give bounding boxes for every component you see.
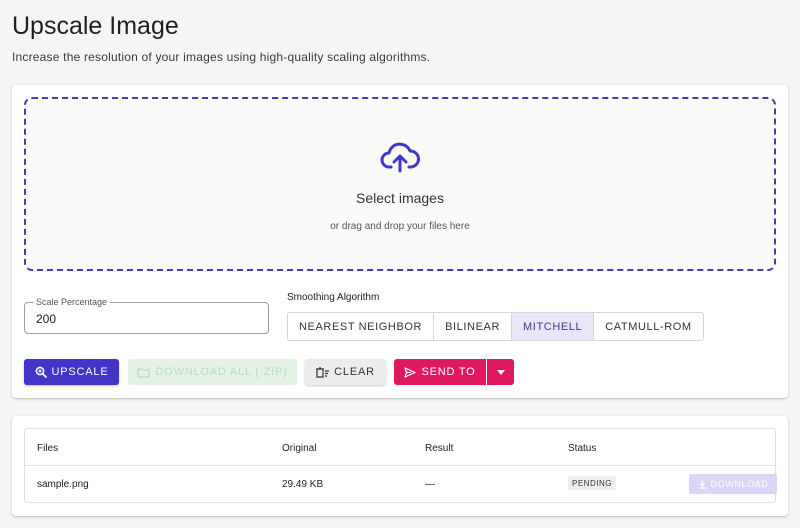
- scale-percentage-input[interactable]: Scale Percentage 200: [24, 297, 269, 334]
- status-badge: PENDING: [568, 476, 616, 490]
- smoothing-option-mitchell[interactable]: MITCHELL: [512, 313, 595, 340]
- clear-all-icon: [316, 366, 330, 378]
- column-header-result: Result: [425, 443, 454, 454]
- send-to-button[interactable]: SEND TO: [394, 359, 486, 385]
- download-all-button[interactable]: DOWNLOAD ALL (.ZIP): [128, 359, 297, 385]
- page-subtitle: Increase the resolution of your images u…: [12, 50, 431, 64]
- files-table: Files Original Result Status sample.png …: [24, 428, 777, 503]
- upscale-label: UPSCALE: [51, 366, 109, 378]
- files-panel: Files Original Result Status sample.png …: [12, 416, 788, 516]
- download-icon: [698, 480, 707, 489]
- folder-download-icon: [137, 367, 151, 378]
- send-to-menu-button[interactable]: [487, 359, 514, 385]
- dropzone-hint: or drag and drop your files here: [330, 221, 470, 232]
- send-icon: [404, 366, 417, 378]
- file-name: sample.png: [37, 479, 89, 490]
- original-size: 29.49 KB: [282, 479, 324, 490]
- download-all-label: DOWNLOAD ALL (.ZIP): [155, 366, 288, 378]
- caret-down-icon: [496, 366, 505, 378]
- row-download-label: DOWNLOAD: [710, 479, 769, 489]
- result-size: —: [425, 479, 435, 490]
- dropzone-title: Select images: [356, 190, 444, 206]
- smoothing-option-bilinear[interactable]: BILINEAR: [434, 313, 513, 340]
- smoothing-option-catmull-rom[interactable]: CATMULL-ROM: [594, 313, 702, 340]
- column-header-files: Files: [37, 443, 59, 454]
- cloud-upload-icon: [380, 142, 420, 173]
- file-dropzone[interactable]: Select images or drag and drop your file…: [24, 97, 776, 271]
- smoothing-option-nearest-neighbor[interactable]: NEAREST NEIGHBOR: [288, 313, 435, 340]
- scale-percentage-value[interactable]: 200: [36, 312, 56, 326]
- clear-label: CLEAR: [334, 366, 375, 378]
- column-header-original: Original: [282, 443, 317, 454]
- row-download-button[interactable]: DOWNLOAD: [689, 474, 777, 494]
- upscale-panel: Select images or drag and drop your file…: [12, 85, 788, 398]
- send-to-label: SEND TO: [421, 366, 476, 378]
- column-header-status: Status: [568, 443, 597, 454]
- scale-percentage-label: Scale Percentage: [33, 297, 111, 307]
- page-title: Upscale Image: [12, 12, 179, 40]
- clear-button[interactable]: CLEAR: [305, 359, 386, 385]
- smoothing-algorithm-toggle: NEAREST NEIGHBOR BILINEAR MITCHELL CATMU…: [287, 312, 704, 341]
- zoom-in-icon: [35, 366, 47, 378]
- table-divider: [25, 465, 775, 466]
- smoothing-algorithm-label: Smoothing Algorithm: [287, 292, 380, 303]
- upscale-button[interactable]: UPSCALE: [24, 359, 119, 385]
